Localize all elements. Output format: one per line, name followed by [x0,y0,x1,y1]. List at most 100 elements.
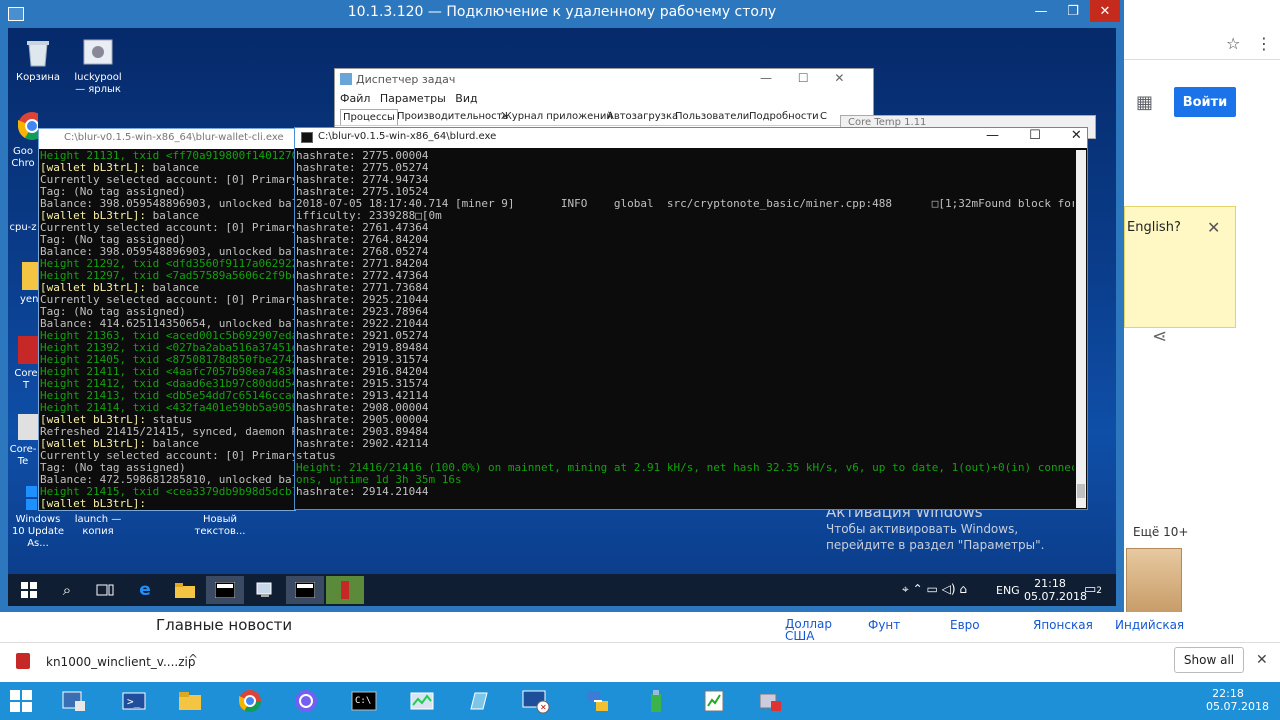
menu-options[interactable]: Параметры [380,92,446,105]
coretemp-taskbar-icon[interactable] [326,576,364,604]
folder-icon[interactable] [172,684,208,718]
recycle-bin-icon [22,36,54,68]
folder-icon[interactable] [166,576,204,604]
chevron-up-icon[interactable]: ^ [188,652,198,666]
network-icon[interactable] [246,576,284,604]
console-line-text: _ [296,497,303,509]
cleaner-icon[interactable] [638,684,674,718]
language-indicator[interactable]: ENG [996,584,1020,597]
remote-clock-time: 21:18 [1034,577,1066,590]
currency-link[interactable]: Доллар США [785,618,845,642]
wallet-title: C:\blur-v0.1.5-win-x86_64\blur-wallet-cl… [64,132,284,143]
close-icon[interactable]: ✕ [1207,218,1220,237]
windows-start-icon[interactable] [10,576,48,604]
host-clock-date: 05.07.2018 [1206,700,1269,713]
desktop-icon-label: luckypool — ярлык [74,72,122,95]
task-manager-menu: Файл Параметры Вид [340,92,478,105]
edge-icon[interactable]: e [126,576,164,604]
wallet-console-output[interactable]: Height 21131, txid <ff70a919800f1401270[… [40,150,294,510]
console-line: _ [296,497,1074,509]
windows-start-icon[interactable] [10,690,32,712]
bookmark-star-icon[interactable]: ☆ [1226,34,1242,54]
host-clock-time: 22:18 [1212,687,1244,700]
shortcut-icon [82,36,114,68]
menu-kebab-icon[interactable]: ⋮ [1256,34,1272,54]
powershell-icon[interactable]: >_ [116,684,152,718]
chrome-icon[interactable] [232,684,268,718]
tab-processes[interactable]: Процессы [340,109,398,125]
currency-link[interactable]: Фунт [868,618,900,632]
desktop-icon-label: Новый текстов... [194,514,246,537]
desktop-icon-coretemp-folder[interactable]: Core-Te [8,414,38,468]
desktop-icon-recycle-bin[interactable]: Корзина [8,36,68,84]
desktop-icon-label: cpu-z [9,222,37,233]
chrome-icon [16,110,38,142]
restore-button[interactable]: ❐ [1058,0,1088,22]
server-manager-icon[interactable] [56,684,92,718]
task-manager-icon [340,73,352,85]
search-icon[interactable]: ⌕ [48,576,86,604]
document-edit-icon[interactable] [696,684,732,718]
tab-services[interactable]: С [820,109,827,125]
host-clock[interactable]: 22:18 05.07.2018 [1206,687,1269,713]
blurd-window-controls[interactable]: — ☐ ✕ [986,128,1082,143]
desktop-icon-cpuz[interactable]: cpu-z [8,188,38,234]
notepad-icon[interactable] [460,684,496,718]
network-tool-icon[interactable] [580,684,616,718]
desktop-icon-coretemp[interactable]: Core T [8,336,38,392]
cmd-icon[interactable]: C:\ [346,684,382,718]
task-view-icon[interactable] [86,576,124,604]
activation-watermark-body: Чтобы активировать Windows, перейдите в … [826,522,1045,552]
desktop-icon-label: Goo Chro [11,146,35,169]
currency-link[interactable]: Евро [950,618,980,632]
close-button[interactable]: ✕ [1090,0,1120,22]
notification-count: 2 [1096,586,1103,596]
menu-view[interactable]: Вид [455,92,477,105]
wallet-taskbar-icon[interactable] [206,576,244,604]
tray-icons[interactable]: ⌖ ⌃ ▭ ◁) ⌂ [902,582,967,597]
notification-icon[interactable]: ▭2 [1084,582,1102,597]
tab-users[interactable]: Пользователи [675,109,749,125]
task-manager-controls[interactable]: — ☐ ✕ [760,71,844,85]
desktop-icon-luckypool[interactable]: luckypool — ярлык [68,36,128,96]
rdp-client-icon[interactable]: ✕ [518,684,554,718]
tab-app-history[interactable]: Журнал приложений [501,109,613,125]
console-line-text: [wallet bL3trL]: [40,497,153,510]
currency-link[interactable]: Японская [1033,618,1093,632]
rdp-title: 10.1.3.120 — Подключение к удаленному ра… [347,4,777,20]
currency-link[interactable]: Индийская [1115,618,1184,632]
desktop-icon-label: Core T [14,368,38,391]
security-lock-icon[interactable] [752,684,788,718]
desktop-icon-label: Windows 10 Update As... [11,514,65,549]
show-all-button[interactable]: Show all [1174,647,1244,673]
menu-file[interactable]: Файл [340,92,370,105]
console-line: [wallet bL3trL]: [40,498,294,510]
blurd-taskbar-icon[interactable] [286,576,324,604]
network-monitor-icon[interactable] [404,684,440,718]
blurd-console-output[interactable]: hashrate: 2775.00004 hashrate: 2775.05274… [296,150,1074,508]
more-link[interactable]: Ещё 10+ [1133,525,1188,539]
tab-performance[interactable]: Производительность [397,109,508,125]
translate-question: English? [1127,220,1181,235]
tab-startup[interactable]: Автозагрузка [607,109,678,125]
desktop-icon-chrome[interactable]: Goo Chro [8,110,38,170]
desktop-icon-yen[interactable]: yen [8,262,38,306]
apps-grid-icon[interactable]: ▦ [1136,92,1156,113]
desktop-icon-label: Core-Te [9,444,37,467]
scrollbar-thumb[interactable] [1077,484,1085,498]
login-button[interactable]: Войти [1174,87,1236,117]
remote-clock[interactable]: 21:18 05.07.2018 [1024,577,1087,603]
desktop-icon-label: yen [20,294,38,305]
share-icon[interactable]: ⋖ [1152,326,1167,347]
scrollbar[interactable] [1076,150,1086,508]
desktop-icon-label: launch — копия [74,514,122,537]
download-filename[interactable]: kn1000_winclient_v....zip [46,655,195,669]
tab-details[interactable]: Подробности [749,109,819,125]
blurd-title: C:\blur-v0.1.5-win-x86_64\blurd.exe [318,131,497,142]
minimize-button[interactable]: — [1026,0,1056,22]
close-icon[interactable]: ✕ [1256,652,1268,668]
news-thumbnail[interactable] [1126,548,1182,616]
desktop-icon-label: Корзина [15,72,61,83]
news-title: Главные новости [156,616,293,634]
viber-icon[interactable] [288,684,324,718]
